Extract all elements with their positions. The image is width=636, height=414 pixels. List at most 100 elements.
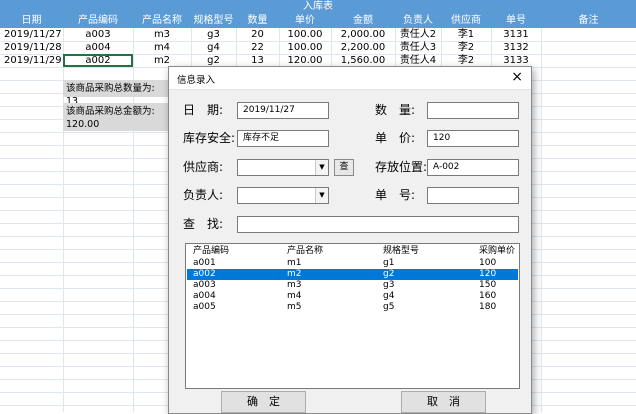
column-header: 金额 xyxy=(353,15,373,26)
list-item-cell: g5 xyxy=(383,302,395,312)
search-input[interactable] xyxy=(237,216,519,233)
table-cell[interactable]: 2,200.00 xyxy=(331,41,395,54)
column-header: 供应商 xyxy=(451,15,481,26)
table-cell[interactable]: 责任人3 xyxy=(395,41,441,54)
table-cell[interactable]: 责任人2 xyxy=(395,28,441,41)
stock-safety-input[interactable]: 库存不足 xyxy=(237,130,329,147)
listbox-column-header: 产品名称 xyxy=(287,246,324,256)
dialog-titlebar: 信息录入 × xyxy=(169,67,531,90)
table-cell[interactable]: 20 xyxy=(236,28,279,41)
ok-button[interactable]: 确 定 xyxy=(221,391,306,413)
column-header: 产品名称 xyxy=(142,15,182,26)
column-header: 规格型号 xyxy=(193,15,234,26)
table-cell[interactable]: 22 xyxy=(236,41,279,54)
list-item-cell: g1 xyxy=(383,258,395,268)
list-item[interactable]: a001 m1 g1 100 xyxy=(187,258,518,269)
table-cell[interactable]: a002 xyxy=(63,54,133,67)
table-cell[interactable]: m3 xyxy=(133,28,191,41)
cancel-button[interactable]: 取 消 xyxy=(401,391,486,413)
table-cell[interactable]: 2019/11/28 xyxy=(0,41,63,54)
date-input[interactable]: 2019/11/27 xyxy=(237,102,329,119)
price-input[interactable]: 120 xyxy=(427,130,519,147)
order-no-label: 单 号: xyxy=(375,188,416,202)
qty-label: 数 量: xyxy=(375,103,416,117)
list-item-cell: m3 xyxy=(287,280,302,290)
column-header: 单号 xyxy=(506,15,526,26)
column-header: 备注 xyxy=(578,15,599,26)
product-listbox[interactable]: 产品编码 产品名称 规格型号 采购单价 a001 m1 g1 100 a002 m2 g2 120 a0… xyxy=(185,243,520,389)
summary-amount-value: 120.00 xyxy=(66,119,100,130)
owner-select[interactable]: ▼ xyxy=(237,187,329,204)
list-item-cell: a003 xyxy=(193,280,216,290)
info-entry-dialog: 信息录入 × 日 期: 2019/11/27 库存安全: 库存不足 供应商: ▼… xyxy=(168,66,532,414)
chevron-down-icon[interactable]: ▼ xyxy=(315,188,328,203)
column-header: 产品编码 xyxy=(78,15,118,26)
table-cell[interactable]: 2,000.00 xyxy=(331,28,395,41)
table-cell[interactable]: g3 xyxy=(191,28,236,41)
list-item-cell: g4 xyxy=(383,291,395,301)
owner-label: 负责人: xyxy=(183,188,224,202)
location-label: 存放位置: xyxy=(375,160,428,174)
list-item-cell: m4 xyxy=(287,291,302,301)
listbox-header: 产品编码 产品名称 规格型号 采购单价 xyxy=(187,246,518,257)
list-item-cell: a002 xyxy=(193,269,216,279)
column-header: 数量 xyxy=(247,15,268,26)
list-item-cell: 120 xyxy=(479,269,497,279)
table-cell[interactable] xyxy=(541,41,636,54)
order-no-input[interactable] xyxy=(427,187,519,204)
supplier-select[interactable]: ▼ xyxy=(237,159,329,176)
close-icon[interactable]: × xyxy=(511,69,523,85)
column-header: 单价 xyxy=(295,15,315,26)
list-item-cell: a004 xyxy=(193,291,216,301)
list-item-cell: 150 xyxy=(479,280,497,290)
stock-safety-label: 库存安全: xyxy=(183,131,236,145)
qty-input[interactable] xyxy=(427,102,519,119)
list-item-cell: m1 xyxy=(287,258,302,268)
listbox-column-header: 规格型号 xyxy=(383,246,420,256)
list-item-cell: m5 xyxy=(287,302,302,312)
table-cell[interactable]: 2019/11/29 xyxy=(0,54,63,67)
grid-line xyxy=(541,28,542,412)
table-cell[interactable]: m4 xyxy=(133,41,191,54)
summary-amount-label: 该商品采购总金额为: xyxy=(66,106,155,117)
table-cell[interactable]: 100.00 xyxy=(279,28,331,41)
query-button[interactable]: 查 xyxy=(334,159,354,176)
table-cell[interactable]: g4 xyxy=(191,41,236,54)
location-input[interactable]: A-002 xyxy=(427,159,519,176)
list-item[interactable]: a005 m5 g5 180 xyxy=(187,302,518,313)
list-item-cell: 180 xyxy=(479,302,497,312)
table-cell[interactable]: 李1 xyxy=(441,28,491,41)
table-cell[interactable]: 3132 xyxy=(491,41,541,54)
list-item[interactable]: a004 m4 g4 160 xyxy=(187,291,518,302)
table-cell[interactable]: 100.00 xyxy=(279,41,331,54)
column-header: 负责人 xyxy=(403,15,433,26)
summary-amount: 该商品采购总金额为: 120.00 xyxy=(63,103,168,131)
list-item-cell: a005 xyxy=(193,302,216,312)
list-item-cell: a001 xyxy=(193,258,216,268)
list-item-cell: m2 xyxy=(287,269,302,279)
chevron-down-icon[interactable]: ▼ xyxy=(315,160,328,175)
table-cell[interactable] xyxy=(541,54,636,67)
date-label: 日 期: xyxy=(183,103,224,117)
list-item-cell: 100 xyxy=(479,258,497,268)
table-cell[interactable]: a004 xyxy=(63,41,133,54)
table-cell[interactable] xyxy=(541,28,636,41)
search-label: 查 找: xyxy=(183,217,224,231)
column-header: 日期 xyxy=(21,15,42,26)
price-label: 单 价: xyxy=(375,131,416,145)
list-item[interactable]: a002 m2 g2 120 xyxy=(187,269,518,280)
table-cell[interactable]: 2019/11/27 xyxy=(0,28,63,41)
list-item-cell: g2 xyxy=(383,269,395,279)
list-item-cell: 160 xyxy=(479,291,497,301)
list-item[interactable]: a003 m3 g3 150 xyxy=(187,280,518,291)
supplier-label: 供应商: xyxy=(183,160,224,174)
dialog-title: 信息录入 xyxy=(177,75,216,86)
table-cell[interactable]: 李2 xyxy=(441,41,491,54)
listbox-column-header: 采购单价 xyxy=(479,246,516,256)
sheet-title: 入库表 xyxy=(0,0,636,14)
table-cell[interactable]: 3131 xyxy=(491,28,541,41)
list-item-cell: g3 xyxy=(383,280,395,290)
listbox-column-header: 产品编码 xyxy=(193,246,230,256)
table-cell[interactable]: a003 xyxy=(63,28,133,41)
summary-quantity: 该商品采购总数量为: 13 xyxy=(63,80,168,107)
